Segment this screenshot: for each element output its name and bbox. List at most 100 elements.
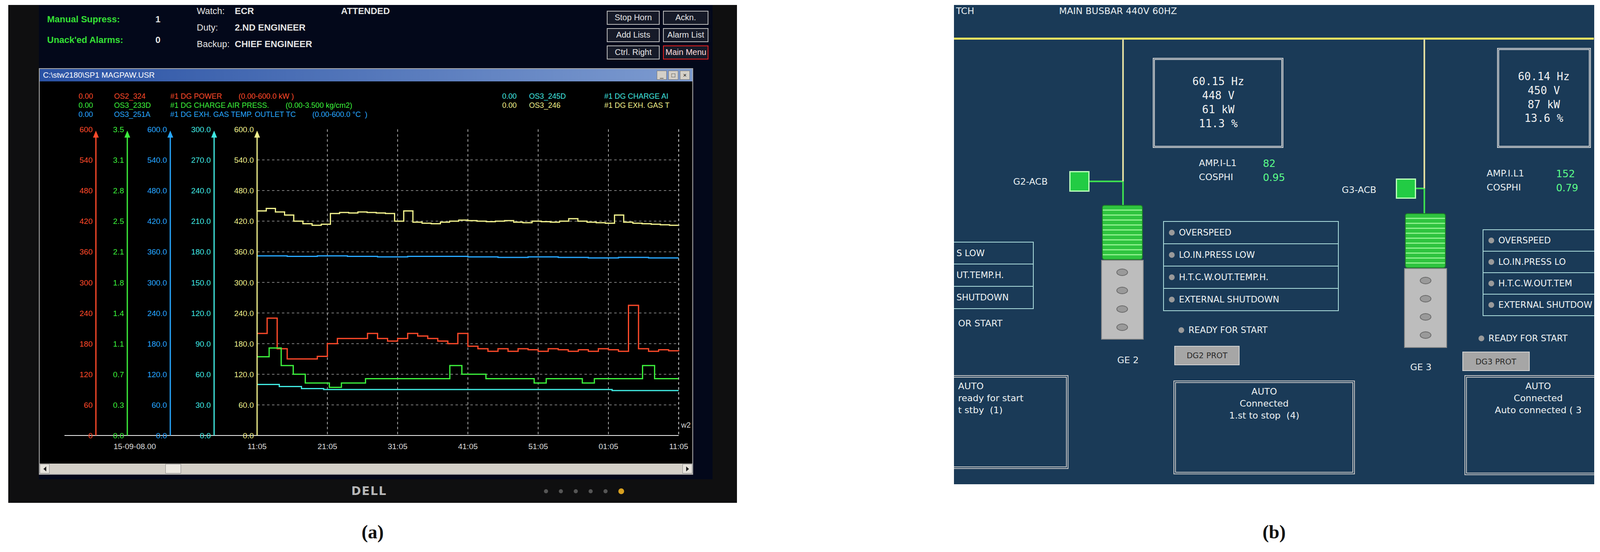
ready-label: READY FOR START (1188, 325, 1268, 336)
scroll-left-button[interactable] (39, 464, 50, 474)
header-button[interactable]: Ctrl. Right (606, 45, 660, 60)
monitor-bezel: DELL (8, 479, 737, 504)
chart-background (39, 81, 693, 464)
acb-breaker-icon[interactable] (1069, 171, 1090, 192)
trend-chart: 11:0521:0531:0541:0551:0501:0511:0515-09… (39, 81, 693, 464)
axis-tick-label: 240 (79, 309, 93, 318)
value-axis (95, 136, 97, 436)
axis-tick-label: 540 (79, 155, 93, 165)
axis-tick-label: 120.0 (147, 370, 167, 380)
protection-button[interactable]: DG3 PROT (1462, 351, 1530, 372)
alarm-lamp-icon (1488, 237, 1495, 244)
legend-entry: #1 DG EXH. GAS T (604, 101, 670, 110)
header-button[interactable]: Main Menu (662, 45, 709, 60)
acb-connector (1089, 180, 1123, 183)
power-button-icon[interactable] (618, 488, 625, 495)
legend-value: 0.00 (502, 92, 517, 101)
window-control-button[interactable]: × (679, 70, 690, 80)
window-control-button[interactable]: _ (656, 70, 667, 80)
protection-button[interactable]: DG2 PROT (1174, 345, 1240, 366)
x-axis-label: 11:05 (247, 442, 267, 451)
field-value: CHIEF ENGINEER (234, 38, 313, 50)
axis-arrow-icon (124, 130, 131, 138)
axis-arrow-icon (167, 130, 174, 138)
window-control-button[interactable]: □ (668, 70, 679, 80)
status-line: Auto connected ( 3 (1495, 405, 1582, 416)
counter-label: Unack'ed Alarms: (47, 34, 156, 46)
alarm-counters: Manual Supress:1Unack'ed Alarms:0 (47, 14, 181, 46)
x-axis-label: 01:05 (598, 442, 619, 451)
axis-tick-label: 600.0 (147, 125, 167, 134)
figure-label: (a) (361, 521, 384, 544)
watch-fields: Watch:ECRDuty:2.ND ENGINEERBackup:CHIEF … (196, 5, 313, 50)
legend-entry: #1 DG CHARGE AI (604, 92, 669, 101)
horizontal-scrollbar[interactable] (39, 463, 693, 475)
alarm-list: OVERSPEEDLO.IN.PRESS LOH.T.C.W.OUT.TEMEX… (1482, 229, 1595, 317)
axis-tick-label: 180.0 (233, 339, 254, 349)
monitor-button-icon[interactable] (603, 489, 608, 494)
acb-breaker-icon[interactable] (1395, 178, 1417, 199)
x-axis-label: 21:05 (317, 442, 338, 451)
field-label: Backup: (196, 38, 235, 50)
generator-motor-icon (1101, 205, 1143, 260)
window-controls: _□× (656, 70, 690, 80)
legend-range: (0.00-3.500 kg/cm2) (285, 101, 353, 110)
monitor-button-icon[interactable] (573, 489, 578, 494)
value-axis (256, 136, 258, 436)
monitor-button-icon[interactable] (543, 489, 549, 494)
meter-reading: 60.14 Hz (1517, 69, 1570, 84)
legend-tag: OS3_245D (529, 92, 566, 101)
series-line (257, 208, 679, 226)
feeder-line (1122, 181, 1124, 206)
counter-value: 1 (155, 14, 181, 25)
series-line (257, 348, 679, 388)
generator-status: AUTOConnectedAuto connected ( 3 (1464, 375, 1595, 476)
header-button[interactable]: Stop Horn (606, 10, 660, 25)
amp-label: AMP.I.L1 (1486, 168, 1557, 180)
axis-tick-label: 180.0 (190, 247, 211, 257)
header-button[interactable]: Ackn. (662, 10, 709, 25)
figure-panel-b: TCHMAIN BUSBAR 440V 60HZ60.15 Hz448 V61 … (953, 4, 1595, 552)
busbar-title: MAIN BUSBAR 440V 60HZ (1058, 5, 1177, 17)
legend-value: 0.00 (78, 110, 93, 119)
grid-line (257, 404, 679, 406)
alarm-label: OVERSPEED (1498, 235, 1551, 246)
cosphi-label: COSPHI (1199, 171, 1264, 184)
header-button[interactable]: Alarm List (662, 28, 709, 43)
alarm-lamp-icon (1488, 259, 1495, 265)
axis-tick-label: 150.0 (190, 278, 211, 288)
monitor-button-icon[interactable] (588, 489, 593, 494)
meter-reading: 11.3 % (1199, 116, 1238, 132)
axis-tick-label: 1.8 (113, 278, 124, 288)
trend-window[interactable]: C:\stw2180\SP1 MAGPAW.USR_□×11:0521:0531… (38, 68, 694, 475)
axis-tick-label: 270.0 (190, 155, 211, 165)
axis-tick-label: 180 (79, 339, 93, 349)
axis-arrow-icon (92, 130, 99, 138)
axis-tick-label: 420.0 (233, 216, 254, 226)
axis-tick-label: 2.8 (113, 186, 124, 196)
header-button[interactable]: Add Lists (606, 28, 660, 43)
scroll-thumb[interactable] (165, 464, 182, 474)
axis-tick-label: 300 (79, 278, 93, 288)
alarm-lamp-icon (1488, 302, 1495, 308)
generator-meter: 60.15 Hz448 V61 kW11.3 % (1152, 57, 1284, 148)
axis-tick-label: 360.0 (233, 247, 254, 257)
generator-base-icon (1404, 268, 1448, 349)
amp-label: AMP.I-L1 (1199, 157, 1264, 170)
ready-lamp-icon (1478, 335, 1485, 342)
monitor-button-icon[interactable] (558, 489, 563, 494)
legend-entry: #1 DG CHARGE AIR PRESS. (0.00-3.500 kg/cm… (170, 101, 353, 110)
current-readings: AMP.I-L182COSPHI0.95 (1199, 157, 1286, 184)
axis-tick-label: 0.0 (113, 431, 124, 441)
alarm-lamp-icon (1168, 296, 1175, 303)
legend-name: #1 DG CHARGE AIR PRESS. (170, 101, 270, 110)
axis-tick-label: 1.1 (113, 339, 124, 349)
axis-tick-label: 600 (79, 125, 93, 134)
alarm-row: SHUTDOWN (953, 286, 1033, 309)
legend-name: #1 DG EXH. GAS T (604, 101, 670, 110)
grid-line (678, 129, 680, 436)
figure: Manual Supress:1Unack'ed Alarms:0Watch:E… (0, 0, 1600, 552)
ready-indicator: READY FOR START (1178, 325, 1268, 336)
grid-line (257, 251, 679, 253)
scroll-right-button[interactable] (682, 464, 693, 474)
